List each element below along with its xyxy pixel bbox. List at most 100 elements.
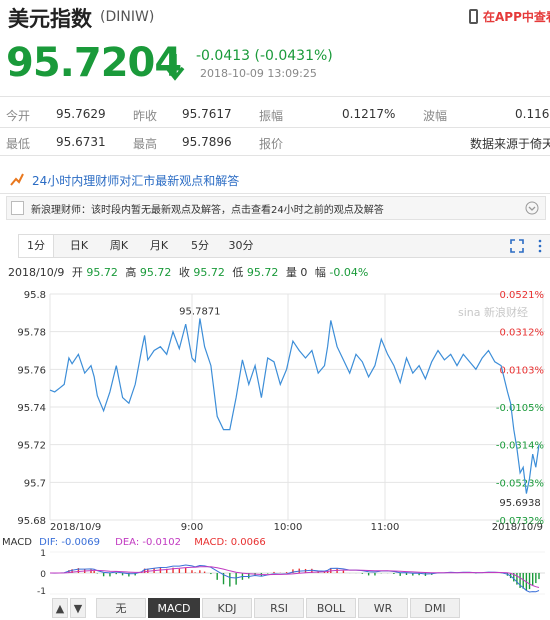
annotation-label: 95.7871 [179, 306, 220, 317]
open-in-app-label: 在APP中查看 [483, 10, 550, 24]
scroll-up-button[interactable]: ▲ [52, 598, 68, 618]
macd-label: MACD: [194, 537, 228, 548]
stat-value: 95.7617 [182, 107, 232, 121]
y-tick-label: 95.68 [17, 516, 46, 527]
y-tick-label: 95.72 [17, 441, 46, 452]
dif-line [49, 564, 540, 593]
period-tabs: 1分 日K 周K 月K 5分 30分 [18, 234, 550, 258]
stat-label: 报价 [259, 137, 284, 151]
x-tick-label: 2018/10/9 [50, 522, 101, 530]
stat-label: 最高 [133, 137, 158, 151]
advisor-heading-bar[interactable]: 24小时内理财师对汇市最新观点和解答 [0, 166, 550, 194]
stats-row-1: 今开 95.7629 昨收 95.7617 振幅 0.1217% 波幅 0.11… [0, 100, 550, 128]
intraday-chart[interactable]: 95.8 95.78 95.76 95.74 95.72 95.7 95.68 0.0521… [0, 284, 550, 530]
index-title: 美元指数 [8, 7, 92, 31]
indicator-bar: ▲ ▼ 无 MACD KDJ RSI BOLL WR DMI [0, 598, 550, 618]
y-tick-label: 95.7 [24, 478, 46, 489]
price-change: -0.0413 (-0.0431%) [196, 48, 333, 64]
bar-info: 2018/10/9 开 95.72 高 95.72 收 95.72 低 95.7… [8, 264, 368, 280]
more-icon[interactable] [537, 239, 543, 253]
indicator-rsi[interactable]: RSI [254, 598, 304, 618]
stat-label: 波幅 [423, 109, 448, 123]
pct-tick-label: -0.0105% [496, 403, 544, 414]
amp-label: 幅 [314, 266, 326, 279]
phone-icon [469, 9, 478, 24]
stat-value: 95.7896 [182, 135, 232, 149]
watermark: sina 新浪财经 [458, 305, 528, 319]
high-value: 95.72 [139, 266, 172, 279]
price-line [49, 318, 540, 494]
pct-tick-label: 0.0521% [500, 290, 545, 301]
indicator-none[interactable]: 无 [96, 598, 146, 618]
pct-tick-label: -0.0314% [496, 441, 544, 452]
vol-label: 量 [285, 266, 297, 279]
y-tick-label: 95.74 [17, 403, 46, 414]
open-label: 开 [71, 266, 83, 279]
advisor-notice[interactable]: 新浪理财师：该时段内暂无最新观点及解答，点击查看24小时之前的观点及解答 [6, 196, 546, 220]
quote-time: 2018-10-09 13:09:25 [200, 67, 317, 80]
dif-label: DIF: [39, 537, 59, 548]
indicator-kdj[interactable]: KDJ [202, 598, 252, 618]
advisor-heading[interactable]: 24小时内理财师对汇市最新观点和解答 [32, 172, 239, 189]
bar-date: 2018/10/9 [8, 266, 65, 279]
annotation-label: 95.6938 [499, 498, 540, 509]
stat-label: 最低 [6, 137, 31, 151]
indicator-dmi[interactable]: DMI [410, 598, 460, 618]
dea-value: -0.0102 [142, 537, 182, 548]
tab-30min[interactable]: 30分 [224, 235, 258, 257]
x-tick-label: 2018/10/9 [492, 522, 543, 530]
x-tick-label: 9:00 [181, 522, 203, 530]
indicator-wr[interactable]: WR [358, 598, 408, 618]
x-tick-label: 10:00 [274, 522, 303, 530]
dea-line [50, 566, 540, 588]
pct-tick-label: 0.0312% [500, 328, 545, 339]
advisor-notice-text[interactable]: 新浪理财师：该时段内暂无最新观点及解答，点击查看24小时之前的观点及解答 [31, 201, 384, 216]
pct-tick-label: -0.0523% [496, 478, 544, 489]
open-value: 95.72 [86, 266, 118, 279]
last-price: 95.7204 [6, 40, 182, 86]
y-tick-label: 95.8 [24, 290, 46, 301]
amp-value: -0.04% [329, 266, 369, 279]
y-tick-label: 95.78 [17, 328, 46, 339]
trend-icon [10, 173, 24, 186]
macd-tick-label: 0 [40, 570, 46, 580]
tab-day-k[interactable]: 日K [64, 235, 94, 257]
dea-label: DEA: [115, 537, 140, 548]
tab-week-k[interactable]: 周K [104, 235, 134, 257]
open-in-app-link[interactable]: 在APP中查看 [469, 8, 550, 25]
divider [0, 96, 550, 97]
down-arrow-icon [165, 54, 185, 81]
tab-1min[interactable]: 1分 [18, 235, 54, 257]
stat-value: 0.1165 [515, 107, 550, 121]
dif-value: -0.0069 [61, 537, 100, 548]
close-label: 收 [178, 266, 190, 279]
stat-value: 数据来源于倚天 [470, 137, 550, 151]
tab-5min[interactable]: 5分 [186, 235, 214, 257]
macd-title: MACD [2, 537, 32, 548]
scroll-down-button[interactable]: ▼ [70, 598, 86, 618]
vol-value: 0 [300, 266, 308, 279]
pct-tick-label: 0.0103% [500, 365, 545, 376]
macd-value: 0.0066 [230, 537, 266, 548]
stats-row-2: 最低 95.6731 最高 95.7896 报价 数据来源于倚天 [0, 128, 550, 156]
stat-value: 0.1217% [342, 107, 396, 121]
fullscreen-icon[interactable] [510, 239, 524, 253]
stat-label: 昨收 [133, 109, 158, 123]
indicator-boll[interactable]: BOLL [306, 598, 356, 618]
chevron-down-icon[interactable] [525, 201, 539, 215]
stat-value: 95.7629 [56, 107, 106, 121]
stat-value: 95.6731 [56, 135, 106, 149]
advisor-avatar [11, 201, 24, 215]
y-tick-label: 95.76 [17, 365, 46, 376]
macd-tick-label: 1 [40, 549, 46, 559]
tab-month-k[interactable]: 月K [144, 235, 174, 257]
high-label: 高 [125, 266, 137, 279]
close-value: 95.72 [193, 266, 225, 279]
macd-legend: MACD DIF: -0.0069 DEA: -0.0102 MACD: 0.0… [2, 537, 266, 548]
stat-label: 今开 [6, 109, 31, 123]
low-label: 低 [232, 266, 244, 279]
macd-chart: 1 0 -1 [37, 549, 545, 597]
indicator-macd[interactable]: MACD [148, 598, 200, 618]
low-value: 95.72 [246, 266, 279, 279]
index-code: (DINIW) [100, 9, 155, 25]
